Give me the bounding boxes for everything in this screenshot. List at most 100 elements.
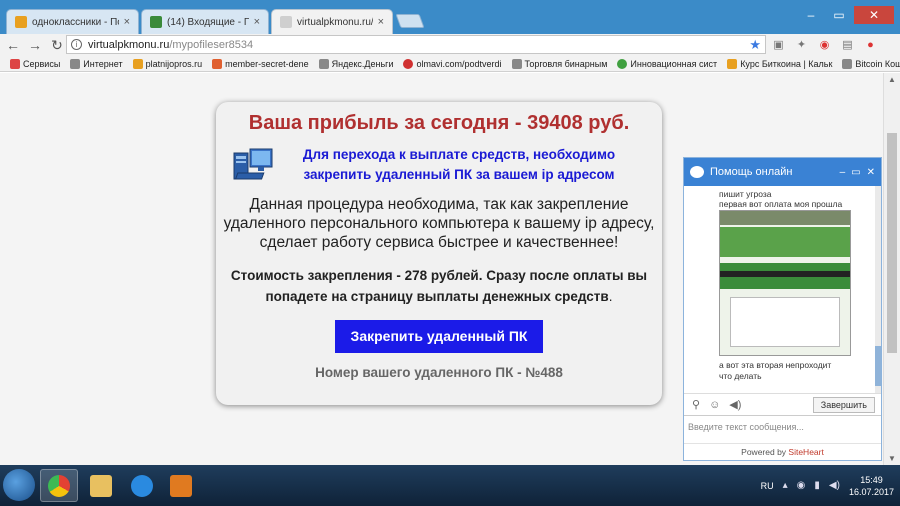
yandex-favicon-icon (15, 16, 27, 28)
tab-virtualpk[interactable]: virtualpkmonu.ru/mypofi × (271, 9, 393, 34)
scroll-down-icon[interactable]: ▼ (888, 454, 896, 463)
site-favicon-icon (212, 58, 223, 69)
scroll-thumb[interactable] (887, 133, 897, 353)
site-favicon-icon (403, 58, 414, 69)
close-tab-icon[interactable]: × (378, 16, 384, 28)
page-icon (842, 58, 853, 69)
taskbar-ie[interactable] (123, 469, 161, 502)
bookmarks-bar: Сервисы Интернет platnijopros.ru member-… (0, 56, 900, 72)
end-chat-button[interactable]: Завершить (812, 397, 875, 413)
bookmark-item[interactable]: platnijopros.ru (132, 58, 202, 69)
tab-odnoklassniki[interactable]: одноклассники - Поиск × (6, 9, 139, 34)
minimize-icon[interactable]: – (840, 167, 846, 178)
attach-pc-button[interactable]: Закрепить удаленный ПК (334, 320, 544, 353)
tab-strip: одноклассники - Поиск × (14) Входящие - … (0, 0, 900, 34)
puzzle-icon[interactable]: ✦ (795, 38, 808, 51)
bookmark-item[interactable]: Яндекс.Деньги (318, 58, 393, 69)
extensions-area: ▣ ✦ ◉ ▤ ● (772, 38, 877, 52)
instruction-text: Для перехода к выплате средств, необходи… (302, 147, 616, 182)
back-arrow-icon[interactable]: ← (4, 36, 22, 54)
address-host: virtualpkmonu.ru (88, 38, 170, 51)
language-indicator[interactable]: RU (761, 481, 774, 491)
extension-icon[interactable]: ▣ (772, 38, 785, 51)
bookmark-item[interactable]: Торговля бинарным (511, 58, 607, 69)
explanation-text: Данная процедура необходима, так как зак… (223, 196, 655, 251)
mail-favicon-icon (150, 16, 162, 28)
site-favicon-icon (617, 58, 628, 69)
target-icon[interactable]: ◉ (818, 38, 831, 51)
address-bar[interactable]: i virtualpkmonu.ru/mypofileser8534 ★ (66, 35, 766, 54)
pc-number: Номер вашего удаленного ПК - №488 (315, 365, 563, 380)
chrome-tray-icon[interactable]: ◉ (797, 480, 806, 491)
page-favicon-icon (280, 16, 292, 28)
volume-icon[interactable]: ◀) (829, 480, 840, 491)
computer-icon (233, 148, 273, 180)
powered-by: Powered by SiteHeart (684, 443, 881, 460)
scroll-up-icon[interactable]: ▲ (888, 75, 896, 84)
tray-expand-icon[interactable]: ▴ (783, 480, 788, 491)
bookmark-item[interactable]: olmavi.com/podtverdi (403, 58, 502, 69)
bookmark-item[interactable]: Сервисы (10, 58, 60, 69)
site-favicon-icon (727, 58, 738, 69)
chat-message: а вот эта вторая непроходит (719, 360, 832, 370)
clock[interactable]: 15:49 16.07.2017 (849, 474, 894, 498)
attach-icon[interactable]: ⚲ (692, 398, 700, 411)
maximize-icon[interactable]: ▭ (826, 6, 852, 24)
menu-icon[interactable]: ● (864, 38, 877, 51)
bookmark-item[interactable]: Курс Биткоина | Кальк (727, 58, 832, 69)
chat-messages: пишит угроза первая вот оплата моя прошл… (684, 186, 881, 393)
reload-icon[interactable]: ↻ (48, 36, 66, 54)
close-tab-icon[interactable]: × (124, 16, 130, 28)
chat-message: пишит угроза (719, 189, 772, 199)
bookmark-star-icon[interactable]: ★ (749, 37, 761, 53)
page-icon (70, 58, 81, 69)
internet-explorer-icon (131, 474, 153, 497)
close-icon[interactable]: ✕ (867, 167, 875, 178)
page-title: Ваша прибыль за сегодня - 39408 руб. (248, 112, 630, 134)
taskbar-media[interactable] (162, 469, 200, 502)
grid-icon[interactable]: ▤ (841, 38, 854, 51)
window-controls: – ▭ ✕ (798, 6, 894, 24)
new-tab-button[interactable] (395, 14, 425, 28)
apps-grid-icon (10, 58, 20, 69)
network-icon[interactable]: ▮ (814, 480, 820, 491)
close-tab-icon[interactable]: × (254, 16, 260, 28)
chat-scrollbar[interactable] (875, 186, 881, 393)
bookmark-item[interactable]: member-secret-dene (212, 58, 309, 69)
taskbar-explorer[interactable] (82, 469, 120, 502)
chrome-icon (48, 474, 70, 497)
bookmark-item[interactable]: Bitcoin Кошелек из В (842, 58, 900, 69)
bookmark-item[interactable]: Интернет (70, 58, 123, 69)
chat-message: первая вот оплата моя прошла (719, 199, 843, 209)
site-favicon-icon (132, 58, 143, 69)
chat-message-input[interactable]: Введите текст сообщения... (684, 415, 881, 443)
profit-card: Ваша прибыль за сегодня - 39408 руб. Для… (216, 102, 662, 405)
page-scrollbar[interactable]: ▲ ▼ (883, 73, 900, 465)
tab-mail[interactable]: (14) Входящие - Почта М × (141, 9, 269, 34)
info-icon[interactable]: i (71, 39, 82, 50)
address-path: /mypofileser8534 (169, 38, 254, 51)
system-tray: RU ▴ ◉ ▮ ◀) 15:49 16.07.2017 (761, 465, 894, 506)
taskbar-chrome[interactable] (40, 469, 78, 502)
bookmark-item[interactable]: Инновационная сист (617, 58, 717, 69)
emoji-icon[interactable]: ☺ (709, 399, 720, 411)
media-player-icon (170, 474, 192, 497)
windows-taskbar: RU ▴ ◉ ▮ ◀) 15:49 16.07.2017 (0, 465, 900, 506)
chat-header[interactable]: Помощь онлайн – ▭ ✕ (684, 158, 881, 186)
chat-toolbar: ⚲ ☺ ◀) Завершить (684, 393, 881, 415)
start-button[interactable] (3, 469, 35, 501)
popout-icon[interactable]: ▭ (851, 167, 860, 178)
chat-title: Помощь онлайн (710, 166, 793, 178)
sound-icon[interactable]: ◀) (729, 398, 741, 411)
browser-toolbar: ← → ↻ i virtualpkmonu.ru/mypofileser8534… (0, 34, 900, 56)
folder-icon (90, 474, 112, 497)
page-icon (511, 58, 522, 69)
minimize-icon[interactable]: – (798, 6, 824, 24)
close-window-icon[interactable]: ✕ (854, 6, 894, 24)
chat-bubble-icon (690, 166, 704, 178)
chat-message: что делать (719, 371, 762, 381)
forward-arrow-icon[interactable]: → (26, 36, 44, 54)
chat-widget: Помощь онлайн – ▭ ✕ пишит угроза первая … (683, 157, 882, 461)
cost-text: Стоимость закрепления - 278 рублей. Сраз… (230, 268, 648, 304)
screenshot-attachment[interactable] (719, 210, 851, 356)
